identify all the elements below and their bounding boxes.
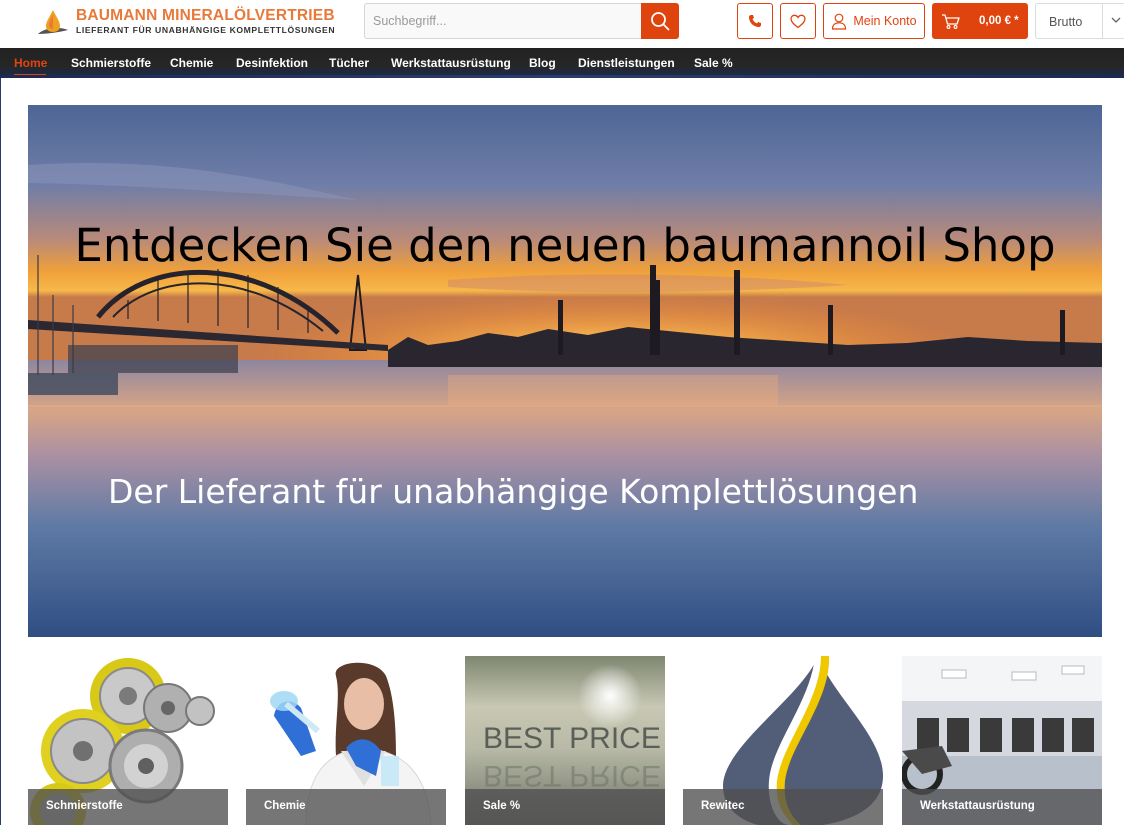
- category-label: Rewitec: [683, 789, 883, 825]
- nav-item-sale[interactable]: Sale %: [694, 56, 733, 70]
- category-tile-rewitec[interactable]: Rewitec: [683, 656, 883, 825]
- tax-mode-value: Brutto: [1049, 15, 1083, 29]
- category-tile-sale[interactable]: BEST PRICE BEST PRICE Sale %: [465, 656, 665, 825]
- nav-item-dienstleistungen[interactable]: Dienstleistungen: [578, 56, 675, 70]
- nav-item-chemie[interactable]: Chemie: [170, 56, 213, 70]
- category-label: Schmierstoffe: [28, 789, 228, 825]
- wishlist-button[interactable]: [780, 3, 816, 39]
- main-navigation: Home Schmierstoffe Chemie Desinfektion T…: [0, 48, 1124, 77]
- phone-button[interactable]: [737, 3, 773, 39]
- nav-item-schmierstoffe[interactable]: Schmierstoffe: [71, 56, 151, 70]
- account-button[interactable]: Mein Konto: [823, 3, 925, 39]
- chevron-down-icon: [1111, 17, 1121, 23]
- category-tile-chemie[interactable]: Chemie: [246, 656, 446, 825]
- category-label: Sale %: [465, 789, 665, 825]
- tax-mode-select[interactable]: Brutto: [1035, 3, 1124, 39]
- category-tile-schmierstoffe[interactable]: Schmierstoffe: [28, 656, 228, 825]
- logo-subtitle: LIEFERANT FÜR UNABHÄNGIGE KOMPLETTLÖSUNG…: [76, 25, 336, 35]
- search-button[interactable]: [641, 3, 679, 39]
- user-icon: [832, 13, 847, 30]
- hero-title: Entdecken Sie den neuen baumannoil Shop: [74, 219, 1056, 272]
- hero-sunset-harbor-image: [28, 105, 1102, 637]
- site-header: BAUMANN MINERALÖLVERTRIEB LIEFERANT FÜR …: [0, 0, 1124, 48]
- oil-drop-logo-icon: [38, 10, 68, 34]
- svg-text:BEST PRICE: BEST PRICE: [483, 759, 661, 792]
- category-tile-werkstattausruestung[interactable]: Werkstattausrüstung: [902, 656, 1102, 825]
- logo[interactable]: BAUMANN MINERALÖLVERTRIEB LIEFERANT FÜR …: [36, 6, 335, 40]
- nav-item-blog[interactable]: Blog: [529, 56, 556, 70]
- category-tiles: Schmierstoffe Chemie BEST PRICE BEST PRI…: [28, 656, 1102, 825]
- best-price-text: BEST PRICE: [483, 722, 661, 755]
- account-label: Mein Konto: [853, 14, 917, 28]
- hero-subtitle: Der Lieferant für unabhängige Komplettlö…: [108, 472, 919, 511]
- category-label: Chemie: [246, 789, 446, 825]
- hero-banner[interactable]: Entdecken Sie den neuen baumannoil Shop …: [28, 105, 1102, 637]
- nav-item-werkstattausruestung[interactable]: Werkstattausrüstung: [391, 56, 511, 70]
- category-label: Werkstattausrüstung: [902, 789, 1102, 825]
- nav-shadow-strip: [0, 75, 1124, 78]
- search-bar: [364, 3, 679, 39]
- nav-item-tuecher[interactable]: Tücher: [329, 56, 369, 70]
- select-divider: [1102, 4, 1103, 38]
- phone-icon: [749, 15, 761, 27]
- cart-total: 0,00 € *: [979, 15, 1019, 27]
- nav-item-desinfektion[interactable]: Desinfektion: [236, 56, 308, 70]
- heart-icon: [790, 14, 806, 28]
- search-input[interactable]: [364, 3, 641, 39]
- page-left-border: [0, 78, 1, 825]
- logo-title: BAUMANN MINERALÖLVERTRIEB: [76, 7, 335, 24]
- cart-icon: [942, 13, 960, 29]
- search-icon: [651, 12, 670, 31]
- cart-button[interactable]: 0,00 € *: [932, 3, 1028, 39]
- nav-item-home[interactable]: Home: [14, 56, 47, 70]
